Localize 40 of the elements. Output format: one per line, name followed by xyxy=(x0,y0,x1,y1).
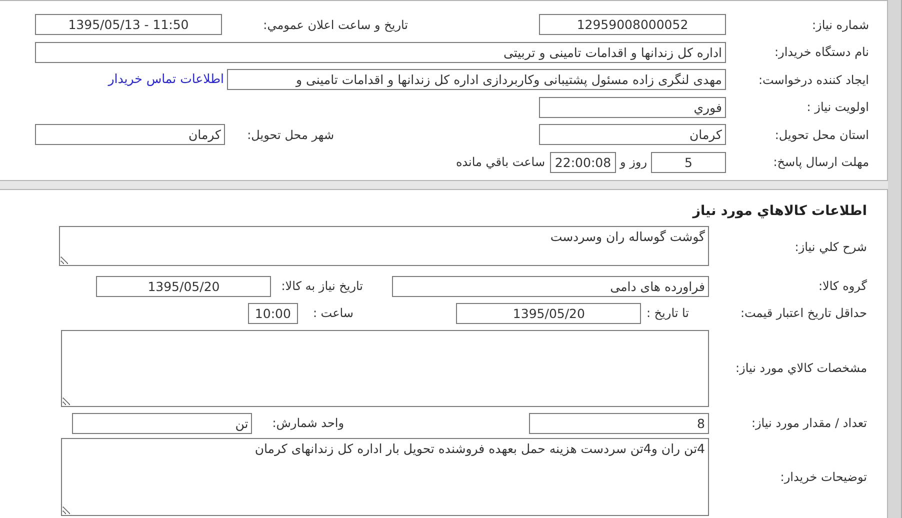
section-title: اطلاعات کالاهاي مورد نياز xyxy=(691,202,867,221)
field-label: تاریخ نیاز به کالا: xyxy=(281,278,363,295)
text-field[interactable]: 8 xyxy=(529,412,709,434)
text-field[interactable]: کرمان xyxy=(539,124,726,146)
text-field[interactable]: کرمان xyxy=(35,124,225,146)
field-label: گروه کالا: xyxy=(818,278,867,295)
text-field[interactable]: فوري xyxy=(539,96,726,118)
text-field[interactable]: فراورده های دامی xyxy=(392,276,709,296)
field-label: ایجاد کننده درخواست: xyxy=(757,72,869,89)
field-label: مهلت ارسال پاسخ: xyxy=(772,154,869,172)
text-field[interactable]: 5 xyxy=(651,152,726,173)
field-label: شرح کلي نیاز: xyxy=(794,239,867,256)
text-field[interactable]: 1395/05/20 xyxy=(456,302,642,324)
text-field[interactable]: مهدی لنگری زاده مسئول پشتیبانی وکاربردازی اداره کل زندانها و اقدامات تامینی و xyxy=(227,69,726,90)
field-text: ساعت باقي مانده xyxy=(456,154,545,172)
text-field[interactable]: 12959008000052 xyxy=(539,14,726,36)
field-label: تا تاریخ : xyxy=(646,305,689,322)
field-label: توضیحات خریدار: xyxy=(779,469,867,486)
text-field[interactable]: 10:00 xyxy=(248,302,298,324)
field-label: ساعت : xyxy=(312,305,354,322)
field-label: حداقل تاریخ اعتبار قیمت: xyxy=(739,305,867,322)
text-field[interactable]: 1395/05/20 xyxy=(96,276,272,296)
field-label: نام دستگاه خریدار: xyxy=(774,44,869,62)
field-label: اولویت نیاز : xyxy=(806,99,869,116)
field-label: تعداد / مقدار مورد نیاز: xyxy=(750,415,867,432)
contact-link[interactable]: اطلاعات تماس خریدار xyxy=(108,70,224,90)
field-label: مشخصات کالاي مورد نياز: xyxy=(734,360,867,377)
text-field[interactable]: اداره کل زندانها و اقدامات تامینی و تربیتی xyxy=(35,42,726,63)
text-field[interactable]: 1395/05/13 - 11:50 xyxy=(35,14,222,36)
field-label: تاریخ و ساعت اعلان عمومي: xyxy=(263,16,408,34)
text-field[interactable]: تن xyxy=(72,412,252,434)
text-field[interactable]: 22:00:08 xyxy=(550,152,616,173)
field-label: استان محل تحویل: xyxy=(774,126,869,144)
field-label: واحد شمارش: xyxy=(272,415,344,432)
text-area[interactable]: گوشت گوساله ران وسردست xyxy=(59,226,709,266)
field-label: شهر محل تحویل: xyxy=(247,126,334,144)
text-area[interactable] xyxy=(61,330,709,406)
field-text: روز و xyxy=(620,154,647,172)
field-label: شماره نیاز: xyxy=(811,16,869,34)
text-area[interactable]: 4تن ران و4تن سردست هزینه حمل بعهده فروشنده تحویل بار اداره کل زندانهای کرمان xyxy=(61,438,709,516)
